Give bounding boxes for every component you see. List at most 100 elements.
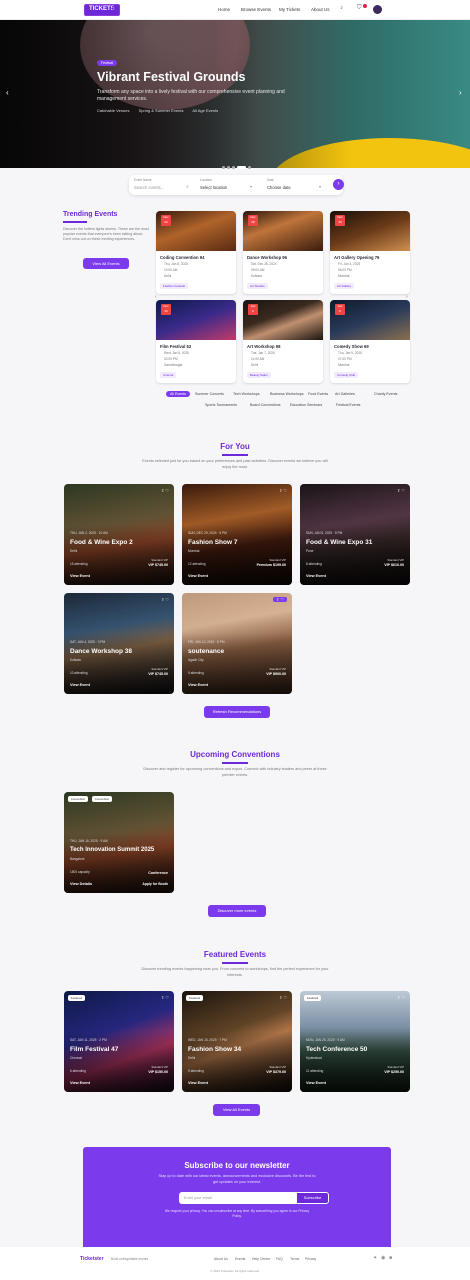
attending-count: 6 attending xyxy=(70,1069,86,1073)
carousel-dot[interactable] xyxy=(222,166,225,169)
share-icon[interactable]: ⇪ ♡ xyxy=(279,995,287,1000)
view-event-link[interactable]: View Event xyxy=(70,574,90,578)
filter-chip[interactable]: Board Conventions xyxy=(250,403,281,407)
footer-link[interactable]: Help Center xyxy=(252,1257,270,1261)
event-city: Kolkata xyxy=(251,274,262,278)
filter-chip[interactable]: Tech Workshops xyxy=(233,392,260,396)
date-month: Dec xyxy=(337,215,343,219)
view-event-link[interactable]: View Event xyxy=(188,683,208,687)
event-card[interactable]: ⇪ ♡ THU, JAN 2, 2025 · 10 AM Food & Wine… xyxy=(64,484,174,585)
carousel-dot-active[interactable] xyxy=(237,166,246,169)
footer-link[interactable]: About Us xyxy=(214,1257,228,1261)
footer-link[interactable]: Terms xyxy=(290,1257,299,1261)
view-event-link[interactable]: View Event xyxy=(306,574,326,578)
featured-card[interactable]: Featured ⇪ ♡ WED, JAN 15, 2025 · 7 PM Fa… xyxy=(182,991,292,1092)
refresh-recommendations-button[interactable]: Refresh Recommendations xyxy=(204,706,270,718)
event-card[interactable]: ⇪ ♡ FRI, JAN 10, 2025 · 8 PM soutenance … xyxy=(182,593,292,694)
search-event-input[interactable]: Search events... xyxy=(134,185,164,190)
filter-chip[interactable]: Business Workshops xyxy=(270,392,304,396)
chevron-right-icon[interactable]: › xyxy=(406,294,408,300)
view-all-events-button[interactable]: View All Events xyxy=(83,258,129,269)
view-event-link[interactable]: View Event xyxy=(188,1081,208,1085)
share-icon[interactable]: ⇪ ♡ xyxy=(161,488,169,493)
carousel-dot[interactable] xyxy=(227,166,230,169)
instagram-icon[interactable]: ◉ xyxy=(381,1255,385,1261)
view-all-featured-button[interactable]: View All Events xyxy=(213,1104,260,1116)
chevron-left-icon[interactable]: ‹ xyxy=(155,294,157,300)
share-icon[interactable]: ⇪ ♡ xyxy=(397,995,405,1000)
date-day: 24 xyxy=(164,220,168,224)
trending-card[interactable]: Dec 24 Coding Convention 94 Thu, Jan 8, 2… xyxy=(156,211,236,294)
filter-chip[interactable]: Summer Concerts xyxy=(195,392,224,396)
email-field[interactable]: Enter your email xyxy=(179,1192,296,1204)
event-tag: Cinema xyxy=(160,372,177,378)
facebook-icon[interactable]: ■ xyxy=(389,1255,392,1261)
twitter-icon[interactable]: ✦ xyxy=(373,1255,377,1261)
discover-more-events-button[interactable]: Discover more events xyxy=(208,905,266,917)
featured-card[interactable]: Featured ⇪ ♡ MON, JAN 20, 2025 · 9 AM Te… xyxy=(300,991,410,1092)
filter-chip-active[interactable]: All Events xyxy=(166,391,190,397)
featured-label: Featured xyxy=(68,995,86,1001)
trending-underline xyxy=(63,221,87,223)
footer-logo[interactable]: Ticketster xyxy=(80,1256,104,1262)
search-button[interactable]: › xyxy=(333,179,344,190)
carousel-next-icon[interactable]: › xyxy=(459,88,462,97)
carousel-dot[interactable] xyxy=(232,166,235,169)
filter-chip[interactable]: Charity Events xyxy=(374,392,397,396)
footer-link[interactable]: Events xyxy=(235,1257,245,1261)
location-select[interactable]: Select location xyxy=(200,185,227,190)
carousel-dot[interactable] xyxy=(248,166,251,169)
event-title: Fashion Show 7 xyxy=(188,539,238,546)
trending-card[interactable]: Dec 30 Film Festival 52 Wed, Jan 8, 2025 … xyxy=(156,300,236,383)
event-card[interactable]: ⇪ ♡ SUN, DEC 29, 2024 · 6 PM Fashion Sho… xyxy=(182,484,292,585)
share-icon[interactable]: ⇪ ♡ xyxy=(397,488,405,493)
view-event-link[interactable]: View Event xyxy=(70,1081,90,1085)
date-day: 30 xyxy=(338,220,342,224)
date-day: 8 xyxy=(339,309,341,313)
apply-booth-link[interactable]: Apply for Booth xyxy=(142,882,168,886)
logo-text: TICKETS xyxy=(89,6,115,12)
event-card[interactable]: ⇪ ♡ SUN, JAN 5, 2025 · 5 PM Food & Wine … xyxy=(300,484,410,585)
event-datetime: THU, JAN 16, 2025 · 9 AM xyxy=(70,839,108,843)
trending-card[interactable]: Dec 30 Art Gallery Opening 76 Fri, Jan 3,… xyxy=(330,211,410,294)
date-select[interactable]: Choose date xyxy=(267,185,291,190)
search-icon: ⌕ xyxy=(186,184,189,190)
filter-chip[interactable]: Art Galleries xyxy=(335,392,355,396)
nav-link-browse-events[interactable]: Browse Events xyxy=(241,7,271,12)
carousel-prev-icon[interactable]: ‹ xyxy=(6,88,9,97)
event-card[interactable]: ⇪ ♡ SAT, JAN 4, 2025 · 3 PM Dance Worksh… xyxy=(64,593,174,694)
avatar[interactable] xyxy=(373,5,382,14)
bell-icon[interactable]: ♪ xyxy=(340,5,343,11)
featured-title: Featured Events xyxy=(203,950,267,959)
trending-card[interactable]: Dec 28 Dance Workshop 96 Sat, Dec 28, 202… xyxy=(243,211,323,294)
footer-link[interactable]: FAQ xyxy=(276,1257,283,1261)
trending-card[interactable]: Jan 6 Art Workshop 98 Tue, Jan 7, 2025 11… xyxy=(243,300,323,383)
cart-icon[interactable]: ⛉ xyxy=(357,5,362,12)
price-value: VIP $745.00 xyxy=(148,563,168,567)
share-icon[interactable]: ⇪ ♡ xyxy=(279,488,287,493)
view-event-link[interactable]: View Event xyxy=(70,683,90,687)
date-month: Jan xyxy=(337,304,343,308)
view-event-link[interactable]: View Event xyxy=(188,574,208,578)
footer-link[interactable]: Privacy xyxy=(305,1257,316,1261)
view-details-link[interactable]: View Details xyxy=(70,882,92,886)
filter-chip[interactable]: Festival Events xyxy=(336,403,360,407)
price-label: Standard VIP xyxy=(151,1065,168,1069)
share-icon[interactable]: ⇪ ♡ xyxy=(161,995,169,1000)
nav-link-about-us[interactable]: About Us xyxy=(311,7,330,12)
convention-card[interactable]: Convention Convention THU, JAN 16, 2025 … xyxy=(64,792,174,893)
filter-chip[interactable]: Food Events xyxy=(308,392,328,396)
event-title: Dance Workshop 96 xyxy=(247,255,287,260)
filter-chip[interactable]: Sports Tournaments xyxy=(205,403,237,407)
nav-link-home[interactable]: Home xyxy=(218,7,230,12)
date-day: 28 xyxy=(251,220,255,224)
view-event-link[interactable]: View Event xyxy=(306,1081,326,1085)
nav-link-my-tickets[interactable]: My Tickets xyxy=(279,7,300,12)
event-title: Tech Innovation Summit 2025 xyxy=(70,847,155,853)
featured-card[interactable]: Featured ⇪ ♡ SAT, JAN 11, 2025 · 2 PM Fi… xyxy=(64,991,174,1092)
trending-card[interactable]: Jan 8 Comedy Show 69 Thu, Jan 9, 2025 07:… xyxy=(330,300,410,383)
share-icon[interactable]: ⇪ ♡ xyxy=(272,597,287,602)
subscribe-button[interactable]: Subscribe xyxy=(296,1192,329,1204)
filter-chip[interactable]: Education Seminars xyxy=(290,403,322,407)
share-icon[interactable]: ⇪ ♡ xyxy=(161,597,169,602)
